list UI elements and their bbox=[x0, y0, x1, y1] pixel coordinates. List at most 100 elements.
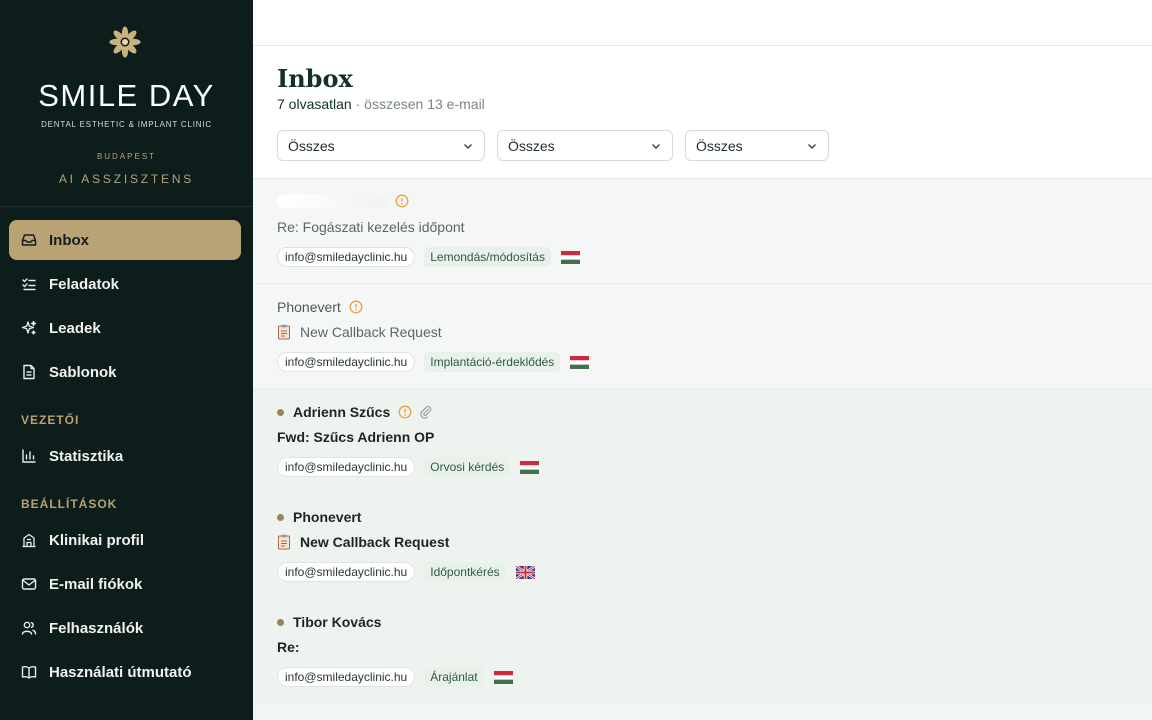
email-account-badge: info@smiledayclinic.hu bbox=[277, 352, 416, 372]
email-category-tag: Árajánlat bbox=[424, 667, 484, 687]
nav-item-templates[interactable]: Sablonok bbox=[9, 352, 241, 392]
nav-item-leads[interactable]: Leadek bbox=[9, 308, 241, 348]
email-list-item[interactable]: Tibor Kovács Re: info@smiledayclinic.hu … bbox=[253, 599, 1152, 704]
nav-item-inbox[interactable]: Inbox bbox=[9, 220, 241, 260]
inbox-summary: 7 olvasatlan · összesen 13 e-mail bbox=[277, 96, 485, 112]
nav-item-statistics[interactable]: Statisztika bbox=[9, 436, 241, 476]
brand-block: SMILE DAY DENTAL ESTHETIC & IMPLANT CLIN… bbox=[0, 0, 253, 207]
email-meta-row: info@smiledayclinic.hu Időpontkérés bbox=[277, 562, 535, 582]
filter-select-2[interactable]: Összes bbox=[497, 130, 673, 161]
summary-separator: · bbox=[351, 96, 365, 112]
brand-city: BUDAPEST bbox=[96, 152, 157, 161]
nav-item-tasks[interactable]: Feladatok bbox=[9, 264, 241, 304]
email-account-badge: info@smiledayclinic.hu bbox=[277, 667, 416, 687]
hungary-flag-icon bbox=[493, 670, 513, 684]
email-sender-row: Tibor Kovács bbox=[277, 614, 381, 630]
chevron-down-icon bbox=[652, 144, 660, 149]
nav-item-label: Inbox bbox=[49, 231, 89, 249]
hungary-flag-icon bbox=[520, 460, 540, 474]
email-list-item[interactable]: Re: Fogászati kezelés időpont info@smile… bbox=[253, 179, 1152, 284]
email-meta-row: info@smiledayclinic.hu Orvosi kérdés bbox=[277, 457, 540, 477]
bar-chart-icon bbox=[21, 448, 37, 464]
users-icon bbox=[21, 620, 37, 636]
unread-dot bbox=[277, 513, 284, 521]
inbox-header: Inbox 7 olvasatlan · összesen 13 e-mail … bbox=[253, 46, 1152, 179]
nav-item-label: Felhasználók bbox=[49, 619, 144, 637]
page-title: Inbox bbox=[277, 64, 353, 93]
filter-select-1[interactable]: Összes bbox=[277, 130, 485, 161]
brand-app-name: AI ASSZISZTENS bbox=[58, 172, 195, 186]
sidebar: SMILE DAY DENTAL ESTHETIC & IMPLANT CLIN… bbox=[0, 0, 253, 720]
uk-flag-icon bbox=[515, 565, 535, 579]
email-sender: Phonevert bbox=[293, 509, 362, 525]
section-label-manager: VEZETŐI bbox=[21, 413, 80, 427]
email-meta-row: info@smiledayclinic.hu Árajánlat bbox=[277, 667, 513, 687]
email-account-badge: info@smiledayclinic.hu bbox=[277, 562, 416, 582]
checklist-icon bbox=[21, 276, 37, 292]
email-subject: Re: Fogászati kezelés időpont bbox=[277, 219, 465, 235]
email-category-tag: Időpontkérés bbox=[424, 562, 506, 582]
email-sender: Phonevert bbox=[277, 299, 341, 315]
email-category-tag: Lemondás/módosítás bbox=[424, 247, 551, 267]
top-bar bbox=[253, 0, 1152, 46]
nav-item-label: Használati útmutató bbox=[49, 663, 192, 681]
nav-item-label: Klinikai profil bbox=[49, 531, 145, 549]
email-subject-row: New Callback Request bbox=[277, 324, 442, 340]
warning-icon bbox=[349, 300, 363, 314]
email-subject: New Callback Request bbox=[300, 324, 442, 340]
redacted-sender bbox=[277, 194, 387, 208]
email-list: Re: Fogászati kezelés időpont info@smile… bbox=[253, 179, 1152, 720]
email-category-tag: Orvosi kérdés bbox=[424, 457, 511, 477]
email-meta-row: info@smiledayclinic.hu Implantáció-érdek… bbox=[277, 352, 590, 372]
email-meta-row: info@smiledayclinic.hu Lemondás/módosítá… bbox=[277, 247, 580, 267]
nav-item-clinic-profile[interactable]: Klinikai profil bbox=[9, 520, 241, 560]
sparkles-icon bbox=[21, 320, 37, 336]
mail-icon bbox=[21, 576, 37, 592]
email-account-badge: info@smiledayclinic.hu bbox=[277, 247, 416, 267]
email-list-item[interactable]: Adrienn Szűcs Fwd: Szűcs Adrienn OP info… bbox=[253, 389, 1152, 494]
nav-item-users[interactable]: Felhasználók bbox=[9, 608, 241, 648]
flower-logo-icon bbox=[109, 26, 141, 58]
email-account-badge: info@smiledayclinic.hu bbox=[277, 457, 416, 477]
nav-item-user-guide[interactable]: Használati útmutató bbox=[9, 652, 241, 692]
warning-icon bbox=[398, 405, 412, 419]
unread-dot bbox=[277, 618, 284, 626]
filter-select-value: Összes bbox=[508, 137, 555, 154]
nav-item-label: Feladatok bbox=[49, 275, 120, 293]
book-icon bbox=[21, 664, 37, 680]
nav-item-email-accounts[interactable]: E-mail fiókok bbox=[9, 564, 241, 604]
email-sender: Tibor Kovács bbox=[293, 614, 382, 630]
building-icon bbox=[21, 532, 37, 548]
nav-item-label: Sablonok bbox=[49, 363, 117, 381]
email-sender-row bbox=[277, 194, 409, 208]
paperclip-icon bbox=[419, 405, 433, 419]
email-category-tag: Implantáció-érdeklődés bbox=[424, 352, 561, 372]
email-sender: Adrienn Szűcs bbox=[293, 404, 391, 420]
warning-icon bbox=[395, 194, 409, 208]
filter-select-value: Összes bbox=[696, 137, 743, 154]
clipboard-icon bbox=[277, 324, 291, 340]
email-subject-row: Fwd: Szűcs Adrienn OP bbox=[277, 429, 434, 445]
email-sender-row: Phonevert bbox=[277, 299, 363, 315]
filter-select-3[interactable]: Összes bbox=[685, 130, 829, 161]
email-subject: Fwd: Szűcs Adrienn OP bbox=[277, 429, 435, 445]
filter-select-value: Összes bbox=[288, 137, 335, 154]
email-list-item[interactable]: Phonevert New Callback Request info@smil… bbox=[253, 284, 1152, 389]
brand-name: SMILE DAY bbox=[38, 78, 215, 113]
email-list-item[interactable]: Phonevert New Callback Request info@smil… bbox=[253, 494, 1152, 599]
email-subject-row: Re: bbox=[277, 639, 300, 655]
inbox-icon bbox=[21, 232, 37, 248]
hungary-flag-icon bbox=[560, 250, 580, 264]
hungary-flag-icon bbox=[570, 355, 590, 369]
clipboard-icon bbox=[277, 534, 291, 550]
nav-item-label: Statisztika bbox=[49, 447, 124, 465]
email-subject-row: Re: Fogászati kezelés időpont bbox=[277, 219, 465, 235]
unread-dot bbox=[277, 408, 284, 416]
email-subject-row: New Callback Request bbox=[277, 534, 449, 550]
email-sender-row: Phonevert bbox=[277, 509, 361, 525]
chevron-down-icon bbox=[808, 144, 816, 149]
nav-item-label: E-mail fiókok bbox=[49, 575, 143, 593]
nav-item-label: Leadek bbox=[49, 319, 101, 337]
email-subject: Re: bbox=[277, 639, 300, 655]
document-icon bbox=[21, 364, 37, 380]
